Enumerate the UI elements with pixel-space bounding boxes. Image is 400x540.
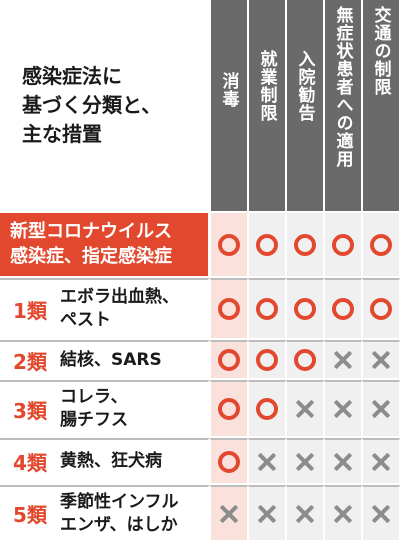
row-name: 黄熱、狂犬病 [60, 451, 162, 472]
table-cell [286, 278, 324, 338]
cross-mark-icon [371, 504, 391, 524]
column-header-label: 交通の制限 [370, 6, 391, 96]
row-label: 4類 黄熱、狂犬病 [0, 438, 210, 483]
table-cell [324, 380, 362, 436]
circle-mark-icon [332, 298, 354, 320]
circle-mark-icon [256, 349, 278, 371]
table-cell [210, 380, 248, 436]
cross-mark-icon [333, 350, 353, 370]
cross-mark-icon [333, 399, 353, 419]
column-header-asymptomatic: 無症状患者への適用 [324, 0, 362, 211]
table-cell [248, 380, 286, 436]
table-cell [210, 213, 248, 276]
circle-mark-icon [370, 233, 392, 256]
table-cell [362, 438, 400, 483]
cross-mark-icon [371, 350, 391, 370]
table-cell [324, 340, 362, 378]
row-name: エボラ出血熱、 ペスト [60, 287, 179, 330]
circle-mark-icon [294, 233, 316, 256]
cross-mark-icon [295, 452, 315, 472]
cross-mark-icon [295, 399, 315, 419]
row-label: 2類 結核、SARS [0, 340, 210, 378]
table-cell [286, 485, 324, 540]
circle-mark-icon [256, 298, 278, 320]
circle-mark-icon [332, 233, 354, 256]
column-header-label: 就業制限 [256, 50, 277, 122]
column-header-work-restriction: 就業制限 [248, 0, 286, 211]
table-cell [210, 485, 248, 540]
row-name: 結核、SARS [60, 349, 162, 370]
circle-mark-icon [294, 349, 316, 371]
table-cell [324, 485, 362, 540]
table-cell [248, 278, 286, 338]
row-label-highlight: 新型コロナウイルス 感染症、指定感染症 [0, 213, 210, 276]
column-header-traffic-restriction: 交通の制限 [362, 0, 400, 211]
row-class: 5類 [13, 503, 47, 527]
row-name: 新型コロナウイルス 感染症、指定感染症 [10, 221, 172, 267]
circle-mark-icon [218, 450, 240, 473]
column-header-label: 無症状患者への適用 [332, 6, 353, 168]
circle-mark-icon [294, 298, 316, 320]
column-header-disinfection: 消毒 [210, 0, 248, 211]
row-label: 1類 エボラ出血熱、 ペスト [0, 278, 210, 338]
cross-mark-icon [371, 399, 391, 419]
row-name: 季節性インフル エンザ、はしか [60, 491, 179, 535]
table-cell [362, 213, 400, 276]
row-class: 3類 [13, 398, 47, 423]
row-class: 1類 [13, 298, 47, 323]
circle-mark-icon [218, 349, 240, 371]
table-cell [210, 340, 248, 378]
cross-mark-icon [257, 452, 277, 472]
circle-mark-icon [218, 398, 240, 420]
table-cell [248, 213, 286, 276]
cross-mark-icon [333, 452, 353, 472]
table-cell [362, 278, 400, 338]
table-cell [362, 340, 400, 378]
table-cell [286, 380, 324, 436]
table-cell [324, 278, 362, 338]
table-cell [286, 340, 324, 378]
table-cell [210, 278, 248, 338]
circle-mark-icon [256, 398, 278, 420]
cross-mark-icon [219, 504, 239, 524]
table-cell [362, 380, 400, 436]
table-cell [248, 340, 286, 378]
table-cell [324, 213, 362, 276]
table-title-cell: 感染症法に 基づく分類と、 主な措置 [0, 0, 210, 211]
circle-mark-icon [370, 298, 392, 320]
column-header-hospitalization: 入院勧告 [286, 0, 324, 211]
row-name: コレラ、 腸チフス [60, 387, 128, 430]
table-cell [286, 213, 324, 276]
cross-mark-icon [333, 504, 353, 524]
table-title: 感染症法に 基づく分類と、 主な措置 [22, 64, 162, 146]
column-header-label: 消毒 [218, 72, 239, 108]
table-cell [248, 438, 286, 483]
circle-mark-icon [218, 233, 240, 256]
row-label: 3類 コレラ、 腸チフス [0, 380, 210, 436]
row-label: 5類 季節性インフル エンザ、はしか [0, 485, 210, 540]
cross-mark-icon [371, 452, 391, 472]
table-cell [362, 485, 400, 540]
row-class: 2類 [13, 349, 47, 374]
table-cell [286, 438, 324, 483]
circle-mark-icon [256, 233, 278, 256]
cross-mark-icon [295, 504, 315, 524]
table-cell [210, 438, 248, 483]
cross-mark-icon [257, 504, 277, 524]
column-header-label: 入院勧告 [294, 50, 315, 122]
table-cell [248, 485, 286, 540]
classification-table: 感染症法に 基づく分類と、 主な措置 消毒 就業制限 入院勧告 無症状患者への適… [0, 0, 400, 540]
circle-mark-icon [218, 298, 240, 320]
table-cell [324, 438, 362, 483]
row-class: 4類 [13, 451, 47, 475]
